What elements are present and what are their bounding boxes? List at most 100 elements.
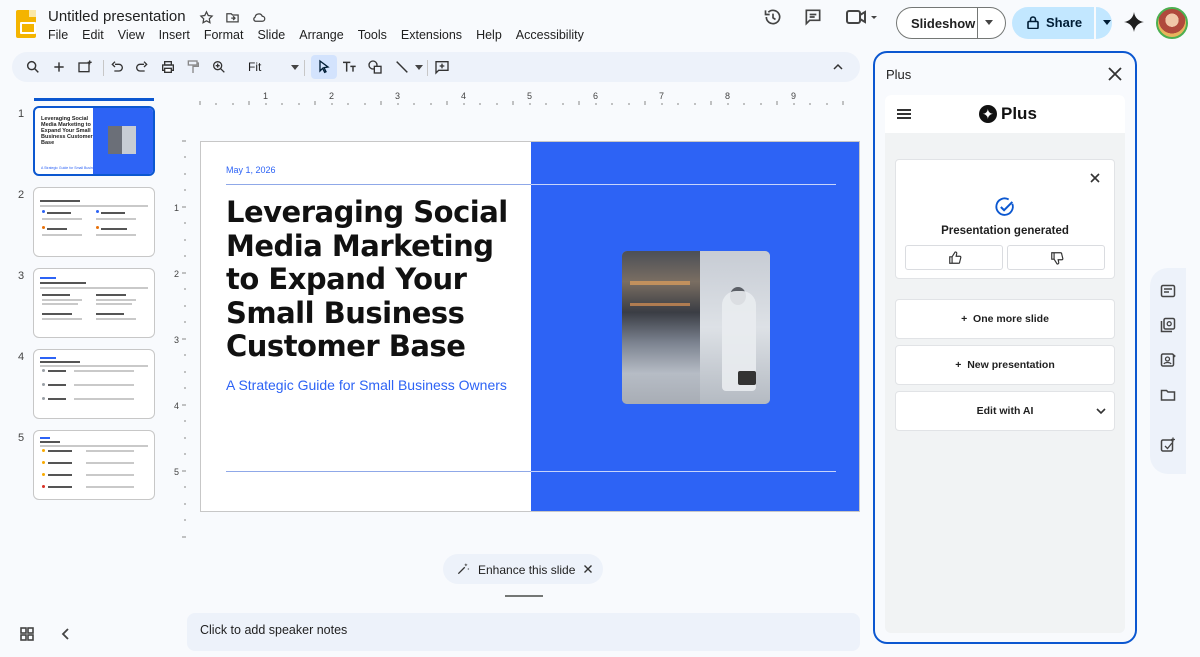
slide-canvas[interactable]: May 1, 2026 Leveraging Social Media Mark…: [200, 141, 860, 512]
new-presentation-button[interactable]: + New presentation: [895, 345, 1115, 385]
cloud-status-icon[interactable]: [250, 9, 266, 25]
action-label: One more slide: [973, 313, 1049, 325]
plus-side-panel: Plus Plus Presentation generated + One m…: [873, 51, 1137, 644]
slide-title[interactable]: Leveraging Social Media Marketing to Exp…: [226, 195, 526, 364]
comments-icon[interactable]: [803, 7, 823, 27]
redo-icon[interactable]: [133, 58, 151, 76]
zoom-dropdown-icon[interactable]: [291, 65, 299, 70]
new-slide-icon[interactable]: [50, 58, 68, 76]
notes-resize-handle[interactable]: [505, 595, 543, 597]
share-button[interactable]: Share: [1012, 7, 1112, 39]
print-icon[interactable]: [159, 58, 177, 76]
speaker-notes-placeholder: Click to add speaker notes: [200, 623, 348, 637]
ruler-label: 5: [527, 91, 533, 101]
hamburger-menu-icon[interactable]: [897, 109, 911, 119]
ruler-label: 6: [593, 91, 599, 101]
ruler-label: 4: [461, 91, 467, 101]
ruler-label: 2: [329, 91, 335, 101]
gemini-sparkle-icon[interactable]: [1124, 12, 1144, 32]
ruler-label: 8: [725, 91, 731, 101]
star-icon[interactable]: [198, 9, 214, 25]
menu-file[interactable]: File: [48, 28, 75, 42]
ruler-label: 3: [395, 91, 401, 101]
avatar[interactable]: [1156, 7, 1188, 39]
slide-date[interactable]: May 1, 2026: [226, 165, 276, 175]
menu-tools[interactable]: Tools: [358, 28, 394, 42]
slides-logo-icon[interactable]: [16, 10, 36, 38]
check-circle-icon: [995, 197, 1014, 216]
slideshow-button[interactable]: Slideshow: [896, 7, 1006, 39]
horizontal-ruler[interactable]: 1 2 3 4 5 6 7 8 9: [187, 91, 860, 105]
collapse-toolbar-icon[interactable]: [829, 58, 847, 76]
document-title[interactable]: Untitled presentation: [48, 8, 186, 25]
edit-with-ai-button[interactable]: Edit with AI: [895, 391, 1115, 431]
slide-thumbnail-4[interactable]: [33, 349, 155, 419]
vertical-ruler[interactable]: 1 2 3 4 5: [172, 105, 186, 545]
slide-thumbnail-1[interactable]: Leveraging Social Media Marketing to Exp…: [33, 106, 155, 176]
ruler-label: 9: [791, 91, 797, 101]
share-dropdown-icon[interactable]: [1103, 20, 1111, 25]
grid-view-icon[interactable]: [20, 627, 34, 641]
menu-format[interactable]: Format: [204, 28, 251, 42]
slide-thumbnail-2[interactable]: [33, 187, 155, 257]
menu-extensions[interactable]: Extensions: [401, 28, 469, 42]
close-icon[interactable]: [581, 562, 595, 576]
collapse-filmstrip-icon[interactable]: [60, 627, 72, 641]
text-box-icon[interactable]: [340, 58, 358, 76]
meet-icon[interactable]: [845, 7, 879, 27]
lock-icon: [1027, 16, 1039, 29]
thumbs-up-button[interactable]: [905, 245, 1003, 270]
move-to-folder-icon[interactable]: [224, 9, 240, 25]
thumbs-down-icon: [1051, 252, 1064, 265]
close-icon[interactable]: [1089, 172, 1101, 184]
enhance-slide-chip[interactable]: Enhance this slide: [443, 554, 603, 584]
thumbs-up-icon: [949, 251, 962, 264]
undo-icon[interactable]: [108, 58, 126, 76]
magic-wand-icon: [457, 563, 470, 575]
add-comment-icon[interactable]: [433, 58, 451, 76]
paint-format-icon[interactable]: [184, 58, 202, 76]
panel-title: Plus: [886, 67, 912, 82]
zoom-icon[interactable]: [210, 58, 228, 76]
ruler-label: 1: [174, 203, 180, 213]
menu-edit[interactable]: Edit: [82, 28, 111, 42]
slide-number: 1: [18, 108, 25, 120]
contacts-addon-icon[interactable]: [1160, 352, 1176, 368]
keep-addon-icon[interactable]: [1160, 317, 1176, 333]
history-icon[interactable]: [763, 7, 783, 27]
folder-icon[interactable]: [1160, 387, 1176, 403]
slide-subtitle[interactable]: A Strategic Guide for Small Business Own…: [226, 377, 507, 393]
menu-slide[interactable]: Slide: [257, 28, 292, 42]
plus-logo-icon: [979, 105, 997, 123]
slide-number: 5: [18, 432, 25, 444]
speaker-notes[interactable]: Click to add speaker notes: [187, 613, 860, 651]
filmstrip: 1 Leveraging Social Media Marketing to E…: [0, 90, 170, 620]
close-icon[interactable]: [1108, 67, 1122, 81]
thumbs-down-button[interactable]: [1007, 245, 1105, 270]
menu-view[interactable]: View: [118, 28, 152, 42]
slide-thumbnail-5[interactable]: [33, 430, 155, 500]
slide-photo[interactable]: [622, 251, 770, 404]
select-cursor-icon[interactable]: [315, 58, 333, 76]
one-more-slide-button[interactable]: + One more slide: [895, 299, 1115, 339]
menu-accessibility[interactable]: Accessibility: [516, 28, 591, 42]
chevron-down-icon[interactable]: [1096, 406, 1106, 416]
line-icon[interactable]: [393, 58, 411, 76]
calendar-addon-icon[interactable]: [1160, 283, 1176, 299]
share-label: Share: [1046, 15, 1083, 30]
zoom-select[interactable]: Fit: [248, 60, 261, 74]
search-menus-icon[interactable]: [24, 58, 42, 76]
menu-help[interactable]: Help: [476, 28, 509, 42]
slide-thumbnail-3[interactable]: [33, 268, 155, 338]
slide-number: 4: [18, 351, 25, 363]
slideshow-dropdown-icon[interactable]: [985, 20, 993, 25]
line-dropdown-icon[interactable]: [415, 65, 423, 70]
plus-app-frame: Plus Presentation generated + One more s…: [885, 95, 1125, 633]
get-addons-icon[interactable]: [1160, 437, 1176, 453]
toolbar: Fit: [12, 52, 860, 82]
shape-icon[interactable]: [366, 58, 384, 76]
slide-number: 2: [18, 189, 25, 201]
new-slide-layout-icon[interactable]: [76, 58, 94, 76]
menu-arrange[interactable]: Arrange: [299, 28, 350, 42]
menu-insert[interactable]: Insert: [159, 28, 197, 42]
